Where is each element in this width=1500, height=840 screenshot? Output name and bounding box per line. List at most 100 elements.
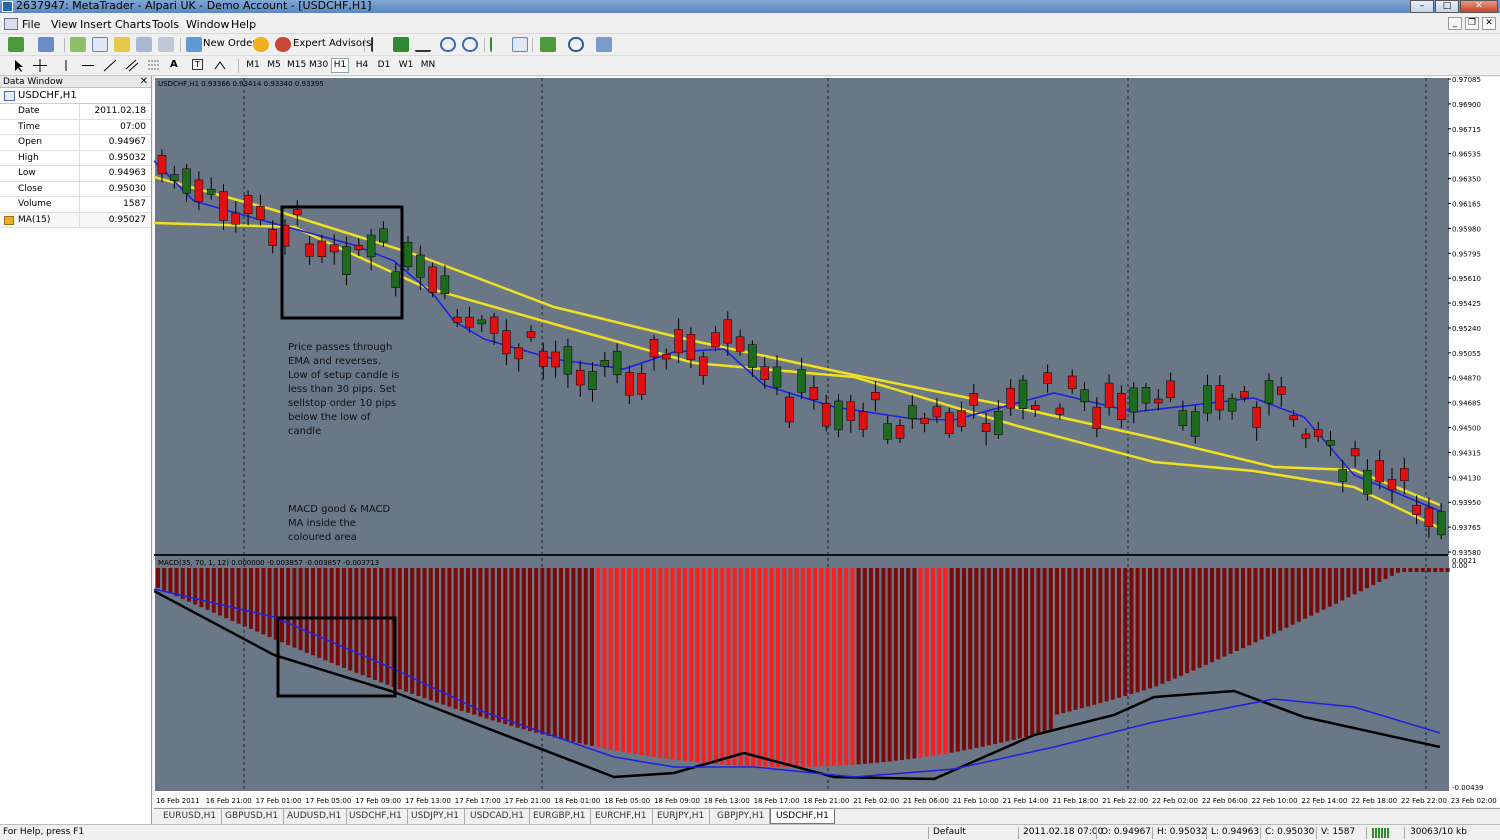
fibonacci-icon[interactable]: [146, 58, 162, 73]
new-order-button[interactable]: New Order: [203, 38, 256, 49]
tab-usdcad[interactable]: USDCAD,H1: [465, 809, 530, 824]
macd-histogram-bar: [1241, 568, 1245, 649]
time-label: 17 Feb 01:00: [256, 797, 302, 805]
menu-insert[interactable]: Insert: [80, 18, 112, 31]
tab-eurgbp[interactable]: EURGBP,H1: [528, 809, 592, 824]
chart-shift-icon[interactable]: [512, 37, 528, 52]
price-tick-label: 0.95425: [1452, 300, 1481, 308]
candle: [821, 403, 831, 427]
menu-tools[interactable]: Tools: [152, 18, 179, 31]
menu-help[interactable]: Help: [231, 18, 256, 31]
candle: [514, 347, 523, 360]
candle: [723, 319, 733, 344]
menu-charts[interactable]: Charts: [115, 18, 151, 31]
macd-histogram-bar: [453, 568, 458, 709]
trendline-icon[interactable]: [102, 58, 118, 73]
equidistant-channel-icon[interactable]: [124, 58, 140, 73]
price-tick-label: 0.95610: [1452, 275, 1481, 283]
candle: [1092, 406, 1102, 429]
time-label: 21 Feb 18:00: [1052, 797, 1098, 805]
tab-gbpusd[interactable]: GBPUSD,H1: [220, 809, 285, 824]
new-order-icon[interactable]: [186, 37, 202, 52]
indicators-icon[interactable]: [540, 37, 556, 52]
macd-histogram-bar: [1104, 568, 1109, 702]
strategy-tester-icon[interactable]: [158, 37, 174, 52]
time-label: 21 Feb 14:00: [1003, 797, 1049, 805]
macd-histogram-bar: [484, 568, 489, 719]
menu-file[interactable]: File: [22, 18, 40, 31]
tab-eurusd[interactable]: EURUSD,H1: [158, 809, 223, 824]
crosshair-icon[interactable]: [32, 58, 48, 73]
macd-histogram-bar: [1135, 568, 1140, 693]
profiles-icon[interactable]: [38, 37, 54, 52]
status-high: H: 0.95032: [1157, 827, 1207, 837]
menu-window[interactable]: Window: [186, 18, 229, 31]
candle: [760, 366, 769, 380]
timeframe-m5[interactable]: M5: [265, 60, 283, 70]
time-label: 22 Feb 06:00: [1202, 797, 1248, 805]
navigator-icon[interactable]: [114, 37, 130, 52]
horizontal-line-icon[interactable]: [80, 58, 96, 73]
menu-view[interactable]: View: [51, 18, 77, 31]
terminal-icon[interactable]: [136, 37, 152, 52]
cursor-icon[interactable]: [10, 58, 26, 73]
maximize-button[interactable]: □: [1435, 0, 1459, 13]
child-close-button[interactable]: ✕: [1482, 17, 1496, 30]
child-restore-button[interactable]: ❐: [1465, 17, 1479, 30]
text-label-tool-button[interactable]: T: [192, 59, 203, 70]
tab-eurjpy[interactable]: EURJPY,H1: [652, 809, 711, 824]
timeframe-d1[interactable]: D1: [375, 60, 393, 70]
minimize-button[interactable]: –: [1410, 0, 1434, 13]
usdchf-h1-chart[interactable]: 0.97085 0.96900 0.96715 0.96535 0.96350 0.961…: [154, 77, 1500, 807]
vertical-line-icon[interactable]: [58, 58, 74, 73]
timeframe-mn[interactable]: MN: [419, 60, 437, 70]
line-chart-icon[interactable]: [415, 37, 431, 52]
macd-histogram-bar: [459, 568, 464, 711]
templates-icon[interactable]: [596, 37, 612, 52]
macd-histogram-bar: [304, 568, 309, 653]
timeframe-w1[interactable]: W1: [397, 60, 415, 70]
tab-gbpjpy[interactable]: GBPJPY,H1: [712, 809, 771, 824]
tab-usdjpy[interactable]: USDJPY,H1: [406, 809, 465, 824]
data-window-icon[interactable]: [92, 37, 108, 52]
tab-eurchf[interactable]: EURCHF,H1: [590, 809, 653, 824]
timeframe-h4[interactable]: H4: [353, 60, 371, 70]
zoom-in-icon[interactable]: [440, 37, 456, 52]
metatrader-app-icon[interactable]: [2, 1, 13, 12]
macd-histogram-bar: [800, 568, 805, 767]
periods-icon[interactable]: [568, 37, 584, 52]
time-label: 23 Feb 02:00: [1451, 797, 1497, 805]
new-chart-icon[interactable]: [8, 37, 24, 52]
expert-advisors-button[interactable]: Expert Advisors: [293, 38, 371, 49]
timeframe-m15[interactable]: M15: [287, 60, 306, 70]
tab-usdchf-active[interactable]: USDCHF,H1: [770, 809, 835, 824]
arrows-icon[interactable]: [212, 58, 228, 73]
macd-histogram-bar: [373, 568, 377, 681]
child-minimize-button[interactable]: _: [1448, 17, 1462, 30]
bar-chart-icon[interactable]: [371, 37, 387, 52]
document-icon[interactable]: [4, 18, 18, 30]
market-watch-icon[interactable]: [70, 37, 86, 52]
candle: [846, 401, 856, 421]
macd-histogram-bar: [521, 568, 526, 730]
price-tick-label: 0.97085: [1452, 77, 1481, 84]
data-window-header: Data Window ✕: [0, 76, 151, 88]
expert-advisors-icon[interactable]: [275, 37, 291, 52]
macd-histogram-bar: [1234, 568, 1239, 651]
timeframe-h1[interactable]: H1: [331, 58, 349, 73]
time-label: 16 Feb 21:00: [206, 797, 252, 805]
status-volume: V: 1587: [1321, 827, 1356, 837]
metaeditor-icon[interactable]: [253, 37, 269, 52]
time-label: 21 Feb 06:00: [903, 797, 949, 805]
zoom-out-icon[interactable]: [462, 37, 478, 52]
auto-scroll-icon[interactable]: [490, 37, 506, 52]
timeframe-m1[interactable]: M1: [244, 60, 262, 70]
candlestick-chart-icon[interactable]: [393, 37, 409, 52]
tab-usdchf[interactable]: USDCHF,H1: [344, 809, 408, 824]
data-window-close-icon[interactable]: ✕: [140, 76, 148, 88]
chart-window[interactable]: 0.97085 0.96900 0.96715 0.96535 0.96350 0.961…: [154, 77, 1500, 807]
timeframe-m30[interactable]: M30: [309, 60, 328, 70]
close-button[interactable]: ✕: [1460, 0, 1498, 13]
text-tool-button[interactable]: A: [170, 59, 178, 70]
tab-audusd[interactable]: AUDUSD,H1: [282, 809, 348, 824]
